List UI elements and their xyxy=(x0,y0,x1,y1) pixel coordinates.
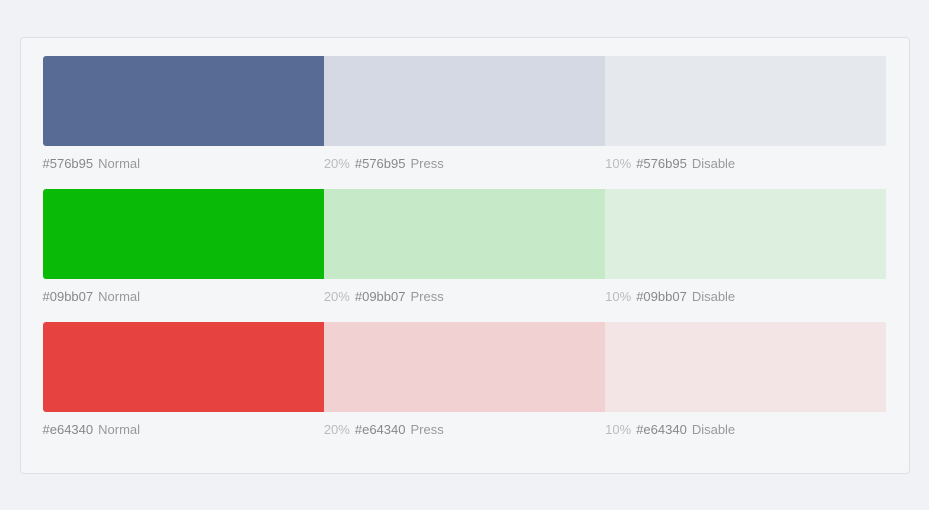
label-group-red-2: 10% #e64340 Disable xyxy=(605,422,886,437)
label-hex-red-2: #e64340 xyxy=(636,422,687,437)
swatch-red-1 xyxy=(324,322,605,412)
label-group-green-2: 10% #09bb07 Disable xyxy=(605,289,886,304)
label-group-green-0: #09bb07 Normal xyxy=(43,289,324,304)
labels-blue: #576b95 Normal 20% #576b95 Press 10% #576b95 Di… xyxy=(43,156,887,171)
label-state-blue-1: Press xyxy=(410,156,443,171)
label-state-blue-2: Disable xyxy=(692,156,735,171)
label-hex-green-1: #09bb07 xyxy=(355,289,406,304)
swatch-green-0 xyxy=(43,189,324,279)
label-state-blue-0: Normal xyxy=(98,156,140,171)
swatch-red-0 xyxy=(43,322,324,412)
color-row-green: #09bb07 Normal 20% #09bb07 Press 10% #09bb07 Di… xyxy=(43,189,887,304)
label-group-blue-0: #576b95 Normal xyxy=(43,156,324,171)
label-group-red-1: 20% #e64340 Press xyxy=(324,422,605,437)
label-state-green-0: Normal xyxy=(98,289,140,304)
label-hex-red-0: #e64340 xyxy=(43,422,94,437)
label-hex-blue-1: #576b95 xyxy=(355,156,406,171)
label-percent-red-2: 10% xyxy=(605,422,631,437)
labels-red: #e64340 Normal 20% #e64340 Press 10% #e64340 Di… xyxy=(43,422,887,437)
label-group-blue-2: 10% #576b95 Disable xyxy=(605,156,886,171)
label-hex-green-0: #09bb07 xyxy=(43,289,94,304)
label-percent-blue-2: 10% xyxy=(605,156,631,171)
label-percent-green-1: 20% xyxy=(324,289,350,304)
label-hex-green-2: #09bb07 xyxy=(636,289,687,304)
label-state-green-1: Press xyxy=(410,289,443,304)
label-group-green-1: 20% #09bb07 Press xyxy=(324,289,605,304)
label-state-red-1: Press xyxy=(410,422,443,437)
color-palette-container: #576b95 Normal 20% #576b95 Press 10% #576b95 Di… xyxy=(20,37,910,474)
label-state-red-0: Normal xyxy=(98,422,140,437)
label-percent-green-2: 10% xyxy=(605,289,631,304)
swatches-blue xyxy=(43,56,887,146)
label-group-red-0: #e64340 Normal xyxy=(43,422,324,437)
swatch-blue-2 xyxy=(605,56,886,146)
label-group-blue-1: 20% #576b95 Press xyxy=(324,156,605,171)
swatch-green-2 xyxy=(605,189,886,279)
color-row-blue: #576b95 Normal 20% #576b95 Press 10% #576b95 Di… xyxy=(43,56,887,171)
labels-green: #09bb07 Normal 20% #09bb07 Press 10% #09bb07 Di… xyxy=(43,289,887,304)
color-row-red: #e64340 Normal 20% #e64340 Press 10% #e64340 Di… xyxy=(43,322,887,437)
label-state-red-2: Disable xyxy=(692,422,735,437)
swatch-blue-0 xyxy=(43,56,324,146)
label-state-green-2: Disable xyxy=(692,289,735,304)
swatches-red xyxy=(43,322,887,412)
label-hex-blue-0: #576b95 xyxy=(43,156,94,171)
swatch-red-2 xyxy=(605,322,886,412)
label-hex-blue-2: #576b95 xyxy=(636,156,687,171)
label-percent-red-1: 20% xyxy=(324,422,350,437)
label-hex-red-1: #e64340 xyxy=(355,422,406,437)
label-percent-blue-1: 20% xyxy=(324,156,350,171)
swatch-green-1 xyxy=(324,189,605,279)
swatch-blue-1 xyxy=(324,56,605,146)
swatches-green xyxy=(43,189,887,279)
